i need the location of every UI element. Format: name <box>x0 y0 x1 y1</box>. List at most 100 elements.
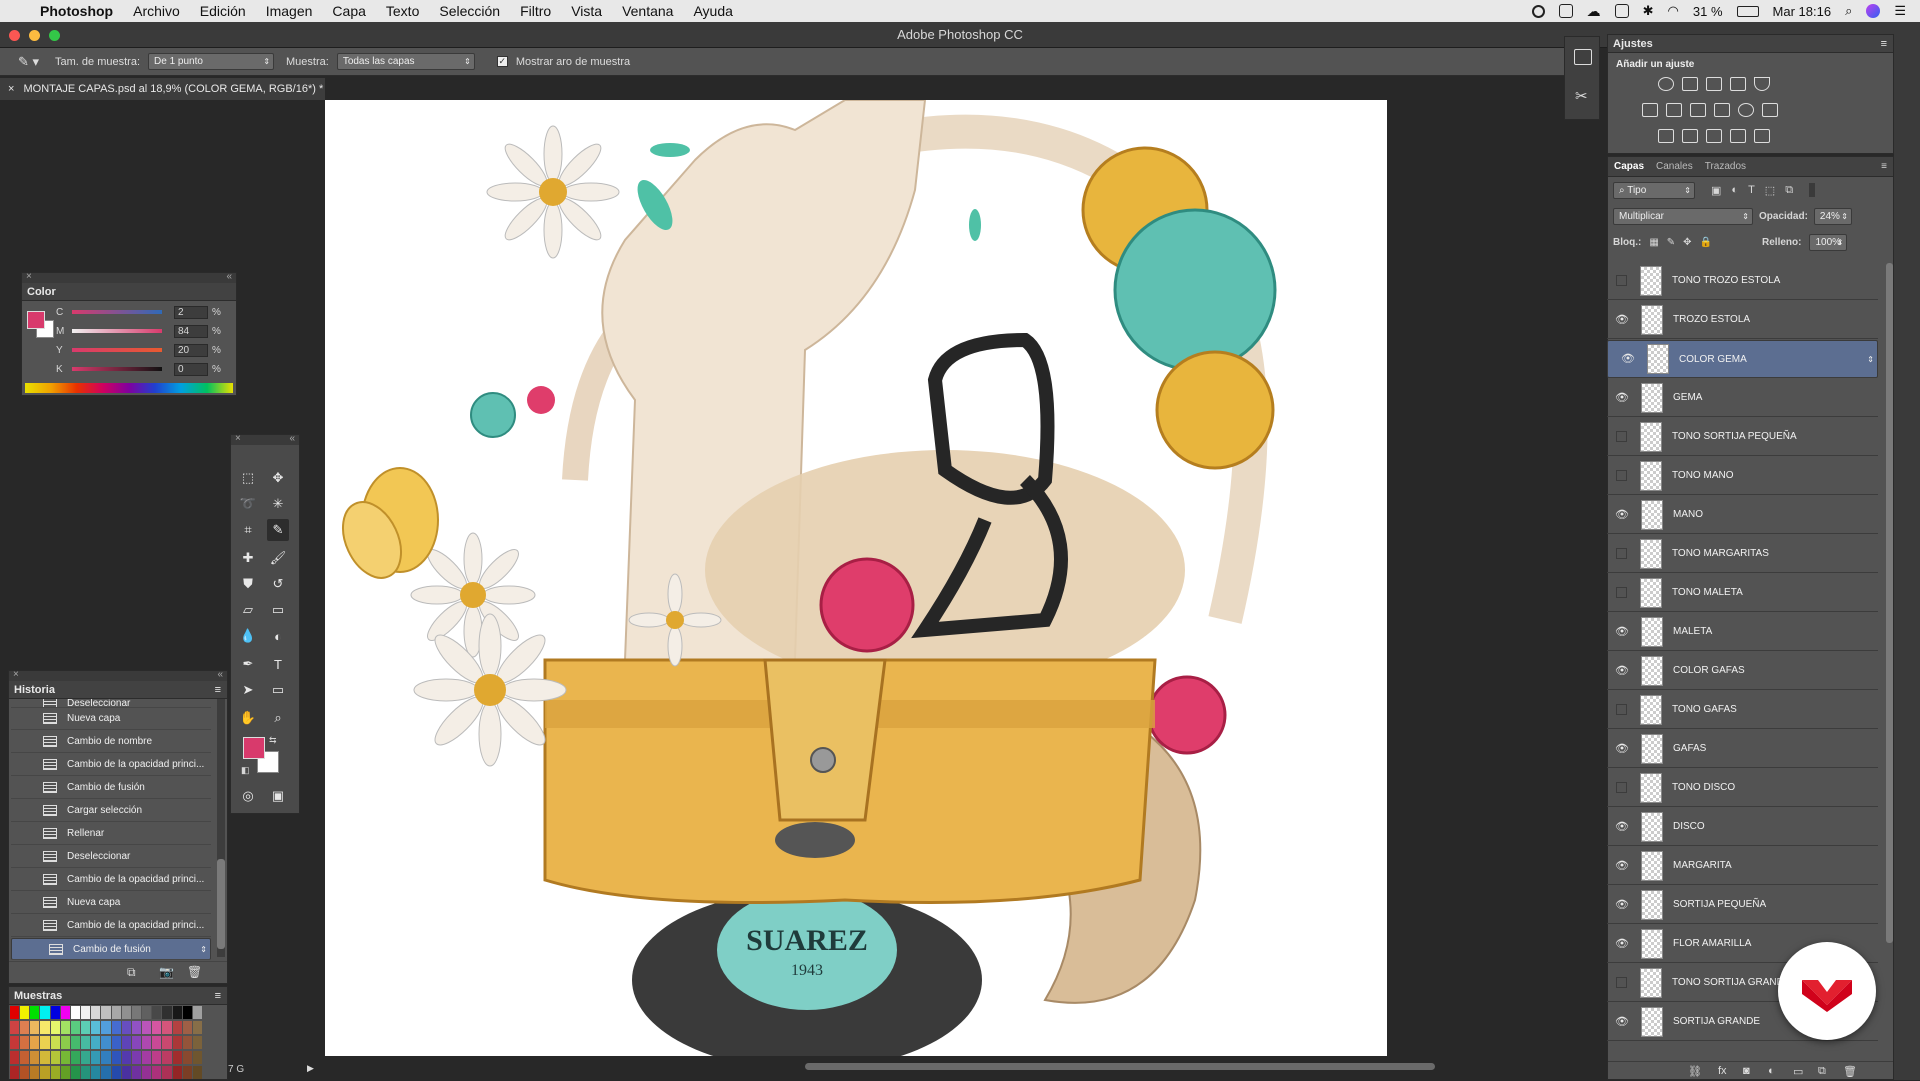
layer-row[interactable]: 👁 GEMA <box>1607 379 1878 417</box>
swatch[interactable] <box>40 1006 50 1019</box>
history-scrollbar[interactable] <box>217 699 225 957</box>
hand-tool-icon[interactable]: ✋ <box>237 707 259 729</box>
visibility-toggle-off[interactable] <box>1616 470 1627 481</box>
opacity-input[interactable]: 24% <box>1813 207 1852 225</box>
swatch[interactable] <box>192 1021 202 1034</box>
swatch[interactable] <box>172 1021 182 1034</box>
swatch[interactable] <box>50 1006 60 1019</box>
bluetooth-icon[interactable]: ✱ <box>1643 3 1654 19</box>
swatch[interactable] <box>91 1066 101 1079</box>
layer-row[interactable]: 👁 COLOR GAFAS <box>1607 652 1878 690</box>
swatch[interactable] <box>101 1066 111 1079</box>
visibility-toggle-off[interactable] <box>1616 782 1627 793</box>
menu-vista[interactable]: Vista <box>561 3 612 19</box>
history-state[interactable]: Cambio de fusión <box>11 777 211 799</box>
menu-capa[interactable]: Capa <box>322 3 375 19</box>
swatch[interactable] <box>192 1066 202 1079</box>
visibility-eye-icon[interactable]: 👁 <box>1607 937 1637 950</box>
menu-ayuda[interactable]: Ayuda <box>683 3 742 19</box>
swatch[interactable] <box>131 1036 142 1049</box>
channel-k-input[interactable]: 0 <box>174 362 208 376</box>
menu-ventana[interactable]: Ventana <box>612 3 683 19</box>
tab-canales[interactable]: Canales <box>1650 158 1699 176</box>
sample-select[interactable]: Todas las capas <box>336 53 475 70</box>
swatch[interactable] <box>50 1051 60 1064</box>
history-state[interactable]: Cargar selección <box>11 800 211 822</box>
layer-row[interactable]: 👁 DISCO <box>1607 808 1878 846</box>
swatch[interactable] <box>162 1066 172 1079</box>
swatch-grid[interactable] <box>10 1006 202 1080</box>
swatch[interactable] <box>111 1006 121 1019</box>
zoom-status[interactable]: 7 G <box>228 1060 318 1080</box>
swatch[interactable] <box>60 1066 70 1079</box>
new-document-from-state-icon[interactable]: ⧉ <box>127 965 136 980</box>
filter-adjustment-icon[interactable]: ◐ <box>1731 184 1738 196</box>
tab-trazados[interactable]: Trazados <box>1699 158 1752 176</box>
visibility-eye-icon[interactable]: 👁 <box>1607 664 1637 677</box>
swatch[interactable] <box>192 1051 202 1064</box>
blur-tool-icon[interactable]: 💧 <box>237 625 259 647</box>
history-state[interactable]: Cambio de la opacidad princi... <box>11 754 211 776</box>
default-colors-icon[interactable]: ◧ <box>241 765 250 776</box>
menu-imagen[interactable]: Imagen <box>256 3 323 19</box>
blend-mode-select[interactable]: Multiplicar <box>1613 207 1753 225</box>
visibility-eye-icon[interactable]: 👁 <box>1607 742 1637 755</box>
swatch[interactable] <box>70 1036 81 1049</box>
swatch[interactable] <box>60 1006 70 1019</box>
visibility-toggle-off[interactable] <box>1616 587 1627 598</box>
swatch[interactable] <box>10 1006 20 1019</box>
wifi-icon[interactable]: ◠ <box>1668 3 1679 19</box>
channel-m-input[interactable]: 84 <box>174 324 208 338</box>
menu-seleccion[interactable]: Selección <box>429 3 510 19</box>
swatch[interactable] <box>10 1036 20 1049</box>
creative-cloud-icon[interactable]: ☁ <box>1587 3 1601 20</box>
swatch[interactable] <box>142 1051 152 1064</box>
swatch[interactable] <box>152 1036 162 1049</box>
color-spectrum-ramp[interactable] <box>25 383 233 393</box>
horizontal-scrollbar[interactable] <box>805 1063 1435 1070</box>
swatch[interactable] <box>162 1036 172 1049</box>
visibility-eye-icon[interactable]: 👁 <box>1613 352 1643 367</box>
swatch[interactable] <box>172 1036 182 1049</box>
layer-row[interactable]: TONO TROZO ESTOLA <box>1607 262 1878 300</box>
shape-tool-icon[interactable]: ▭ <box>267 679 289 701</box>
threshold-icon[interactable] <box>1706 129 1722 143</box>
swatch[interactable] <box>40 1021 50 1034</box>
swatch[interactable] <box>152 1021 162 1034</box>
layer-row[interactable]: TONO MARGARITAS <box>1607 535 1878 573</box>
zoom-tool-icon[interactable]: ⌕ <box>267 707 289 729</box>
history-state[interactable]: Cambio de la opacidad princi... <box>11 869 211 891</box>
history-state[interactable]: Deseleccionar <box>11 846 211 868</box>
new-group-icon[interactable]: ▭ <box>1793 1065 1803 1078</box>
filter-smart-object-icon[interactable]: ⧉ <box>1785 184 1793 197</box>
type-tool-icon[interactable]: T <box>267 653 289 675</box>
lock-position-icon[interactable]: ✥ <box>1683 237 1691 248</box>
record-icon[interactable] <box>1531 4 1545 18</box>
filter-shape-icon[interactable]: ⬚ <box>1765 184 1775 197</box>
clock[interactable]: Mar 18:16 <box>1773 4 1832 19</box>
swatch[interactable] <box>60 1051 70 1064</box>
menu-archivo[interactable]: Archivo <box>123 3 190 19</box>
history-state[interactable]: Cambio de la opacidad princi... <box>11 915 211 937</box>
swatch[interactable] <box>10 1021 20 1034</box>
swatch[interactable] <box>172 1066 182 1079</box>
marquee-tool-icon[interactable]: ⬚ <box>237 467 259 489</box>
move-tool-icon[interactable]: ✥ <box>267 467 289 489</box>
swap-colors-icon[interactable]: ⇆ <box>269 735 277 746</box>
visibility-toggle-off[interactable] <box>1616 431 1627 442</box>
layer-row[interactable]: TONO SORTIJA PEQUEÑA <box>1607 418 1878 456</box>
swatch[interactable] <box>182 1021 192 1034</box>
filter-toggle[interactable] <box>1809 183 1816 197</box>
brush-tool-icon[interactable]: 🖌 <box>267 547 289 569</box>
swatch[interactable] <box>40 1051 50 1064</box>
document-canvas[interactable]: SUAREZ 1943 <box>325 100 1387 1056</box>
swatch[interactable] <box>30 1066 40 1079</box>
menu-texto[interactable]: Texto <box>376 3 429 19</box>
link-layers-icon[interactable]: ⛓ <box>1688 1065 1702 1078</box>
delete-layer-icon[interactable]: 🗑 <box>1843 1065 1857 1078</box>
swatch[interactable] <box>81 1021 91 1034</box>
airplay-icon[interactable] <box>1614 4 1629 18</box>
screen-mode-icon[interactable]: ▣ <box>267 785 289 807</box>
visibility-toggle-off[interactable] <box>1616 977 1627 988</box>
swatch[interactable] <box>121 1021 131 1034</box>
